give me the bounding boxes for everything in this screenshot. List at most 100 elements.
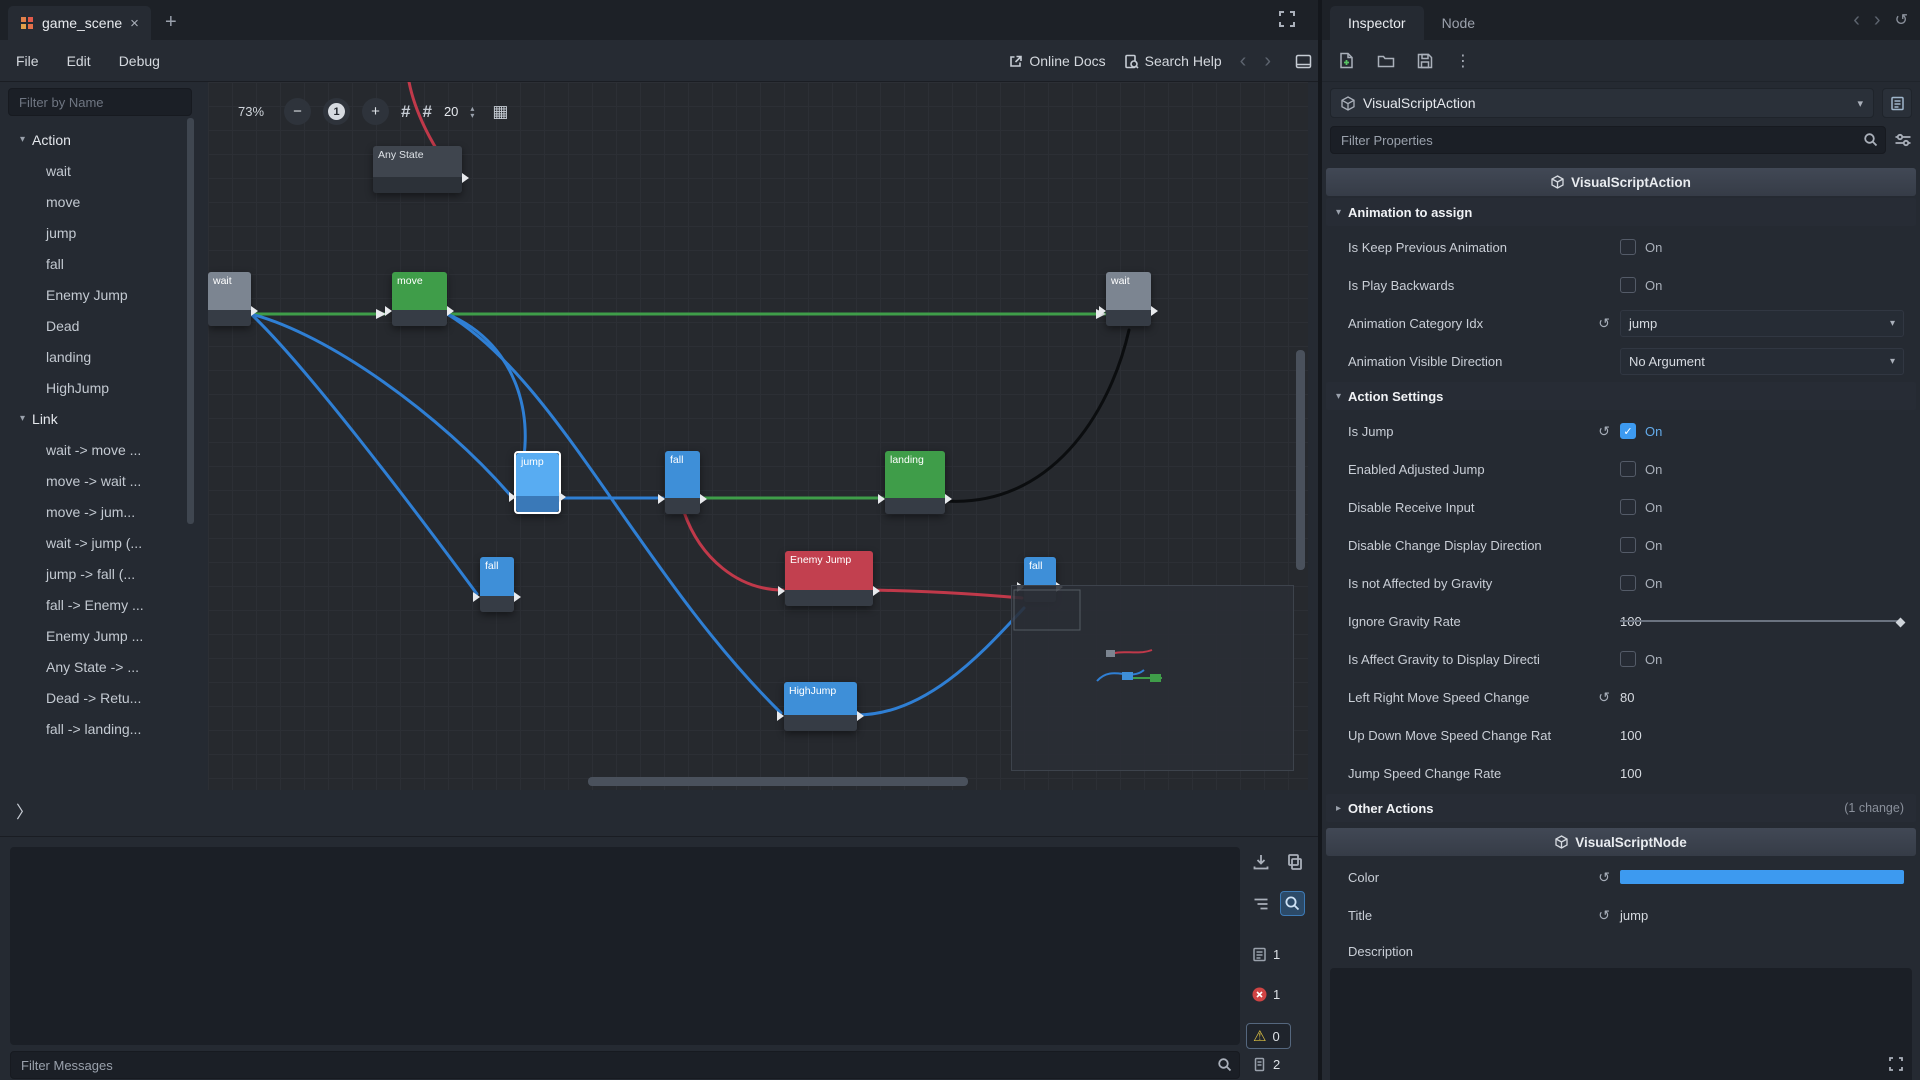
number-slider[interactable]: 100 <box>1620 614 1904 629</box>
nav-forward-icon[interactable]: › <box>1264 51 1271 71</box>
zoom-out-button[interactable]: − <box>284 98 311 125</box>
zoom-in-button[interactable]: + <box>362 98 389 125</box>
revert-icon[interactable]: ↺ <box>1598 689 1610 706</box>
open-class-docs-icon[interactable] <box>1882 88 1912 118</box>
graph-node-move[interactable]: move <box>392 272 447 326</box>
search-log-icon[interactable] <box>1280 891 1305 916</box>
copy-log-icon[interactable] <box>1286 853 1304 871</box>
collapse-filter-icon[interactable] <box>1252 895 1270 913</box>
revert-icon[interactable]: ↺ <box>1598 907 1610 924</box>
snap-toggle-icon[interactable]: # <box>401 102 410 122</box>
snap-grid-icon[interactable]: # <box>422 102 431 122</box>
message-count-badge[interactable]: 2 <box>1252 1057 1280 1072</box>
script-panel-icon[interactable] <box>1295 54 1312 69</box>
menu-edit[interactable]: Edit <box>55 47 103 75</box>
checkbox-unchecked[interactable] <box>1620 461 1636 477</box>
category-visualscriptnode[interactable]: VisualScriptNode <box>1326 828 1916 856</box>
graph-node-enemy-jump[interactable]: Enemy Jump <box>785 551 873 606</box>
category-visualscriptaction[interactable]: VisualScriptAction <box>1326 168 1916 196</box>
online-docs-button[interactable]: Online Docs <box>1008 53 1105 69</box>
object-selector-dropdown[interactable]: VisualScriptAction ▾ <box>1330 88 1874 118</box>
zoom-reset-button[interactable]: 1 <box>323 98 350 125</box>
graph-vertical-scrollbar[interactable] <box>1296 350 1305 570</box>
tree-item-move[interactable]: move <box>8 186 192 217</box>
tree-item-link-6[interactable]: Enemy Jump ... <box>8 620 192 651</box>
tree-item-link-9[interactable]: fall -> landing... <box>8 713 192 744</box>
revert-icon[interactable]: ↺ <box>1598 315 1610 332</box>
tree-item-link-3[interactable]: wait -> jump (... <box>8 527 192 558</box>
load-resource-icon[interactable] <box>1377 53 1395 68</box>
tree-item-link-8[interactable]: Dead -> Retu... <box>8 682 192 713</box>
checkbox-unchecked[interactable] <box>1620 537 1636 553</box>
extra-tools-icon[interactable]: ⋮ <box>1455 51 1471 71</box>
animation-category-dropdown[interactable]: jump▾ <box>1620 310 1904 337</box>
graph-node-fall-lower[interactable]: fall <box>480 557 514 612</box>
tree-item-link-4[interactable]: jump -> fall (... <box>8 558 192 589</box>
title-text-field[interactable]: jump <box>1620 908 1648 923</box>
graph-node-landing[interactable]: landing <box>885 451 945 514</box>
tree-item-highjump[interactable]: HighJump <box>8 372 192 403</box>
section-other-actions[interactable]: ▸ Other Actions (1 change) <box>1326 794 1916 822</box>
tree-item-dead[interactable]: Dead <box>8 310 192 341</box>
filter-by-name-input[interactable] <box>8 88 192 116</box>
state-machine-graph[interactable]: 73% − 1 + # # 20 ▴ ▾ ▦ Any State wait mo… <box>208 82 1308 790</box>
tab-inspector[interactable]: Inspector <box>1330 6 1424 40</box>
tree-item-jump[interactable]: jump <box>8 217 192 248</box>
warning-count-badge[interactable]: ⚠ 0 <box>1246 1023 1291 1049</box>
new-tab-button[interactable]: + <box>165 11 177 34</box>
close-icon[interactable]: × <box>130 15 139 32</box>
description-textarea[interactable] <box>1330 968 1912 1080</box>
graph-node-any-state[interactable]: Any State <box>373 146 462 193</box>
graph-node-wait-left[interactable]: wait <box>208 272 251 326</box>
tree-item-link-5[interactable]: fall -> Enemy ... <box>8 589 192 620</box>
tree-item-link-2[interactable]: move -> jum... <box>8 496 192 527</box>
graph-node-jump-selected[interactable]: jump <box>514 451 561 514</box>
history-forward-icon[interactable]: › <box>1874 10 1881 30</box>
number-field[interactable]: 80 <box>1620 690 1634 705</box>
object-history-icon[interactable]: ↺ <box>1895 10 1908 30</box>
expand-textarea-icon[interactable] <box>1888 1056 1904 1072</box>
checkbox-unchecked[interactable] <box>1620 651 1636 667</box>
checkbox-unchecked[interactable] <box>1620 277 1636 293</box>
filter-messages-input[interactable] <box>10 1051 1240 1079</box>
minimap-toggle-icon[interactable]: ▦ <box>492 102 508 122</box>
property-tools-icon[interactable] <box>1894 132 1912 148</box>
graph-minimap[interactable] <box>1011 585 1294 771</box>
tree-item-link-7[interactable]: Any State -> ... <box>8 651 192 682</box>
graph-node-fall-mid[interactable]: fall <box>665 451 700 514</box>
search-help-button[interactable]: Search Help <box>1124 53 1222 69</box>
new-resource-icon[interactable] <box>1338 52 1355 69</box>
spin-down-icon[interactable]: ▾ <box>470 112 474 119</box>
log-count-badge[interactable]: 1 <box>1252 947 1280 962</box>
error-count-badge[interactable]: 1 <box>1252 987 1280 1002</box>
tree-item-fall[interactable]: fall <box>8 248 192 279</box>
color-picker-swatch[interactable] <box>1620 870 1904 884</box>
tab-node[interactable]: Node <box>1424 6 1493 40</box>
tree-section-action[interactable]: ▾ Action <box>8 124 192 155</box>
checkbox-checked[interactable]: ✓ <box>1620 423 1636 439</box>
menu-file[interactable]: File <box>4 47 51 75</box>
output-log-area[interactable] <box>10 847 1240 1045</box>
revert-icon[interactable]: ↺ <box>1598 423 1610 440</box>
graph-node-highjump[interactable]: HighJump <box>784 682 857 731</box>
tree-item-landing[interactable]: landing <box>8 341 192 372</box>
menu-debug[interactable]: Debug <box>107 47 172 75</box>
panel-toggle-arrow[interactable]: 〉 <box>16 798 33 823</box>
checkbox-unchecked[interactable] <box>1620 239 1636 255</box>
section-action-settings[interactable]: ▾ Action Settings <box>1326 382 1916 410</box>
tree-item-enemy-jump[interactable]: Enemy Jump <box>8 279 192 310</box>
sidebar-scrollbar[interactable] <box>187 118 194 524</box>
tree-item-wait[interactable]: wait <box>8 155 192 186</box>
nav-back-icon[interactable]: ‹ <box>1240 51 1247 71</box>
tree-item-link-1[interactable]: move -> wait ... <box>8 465 192 496</box>
graph-node-wait-right[interactable]: wait <box>1106 272 1151 326</box>
tree-section-link[interactable]: ▾ Link <box>8 403 192 434</box>
download-log-icon[interactable] <box>1252 853 1270 871</box>
section-animation-to-assign[interactable]: ▾ Animation to assign <box>1326 198 1916 226</box>
snap-step-value[interactable]: 20 <box>444 104 458 119</box>
revert-icon[interactable]: ↺ <box>1598 869 1610 886</box>
graph-horizontal-scrollbar[interactable] <box>588 777 968 786</box>
filter-properties-input[interactable] <box>1330 126 1886 154</box>
tree-item-link-0[interactable]: wait -> move ... <box>8 434 192 465</box>
save-resource-icon[interactable] <box>1417 53 1433 69</box>
